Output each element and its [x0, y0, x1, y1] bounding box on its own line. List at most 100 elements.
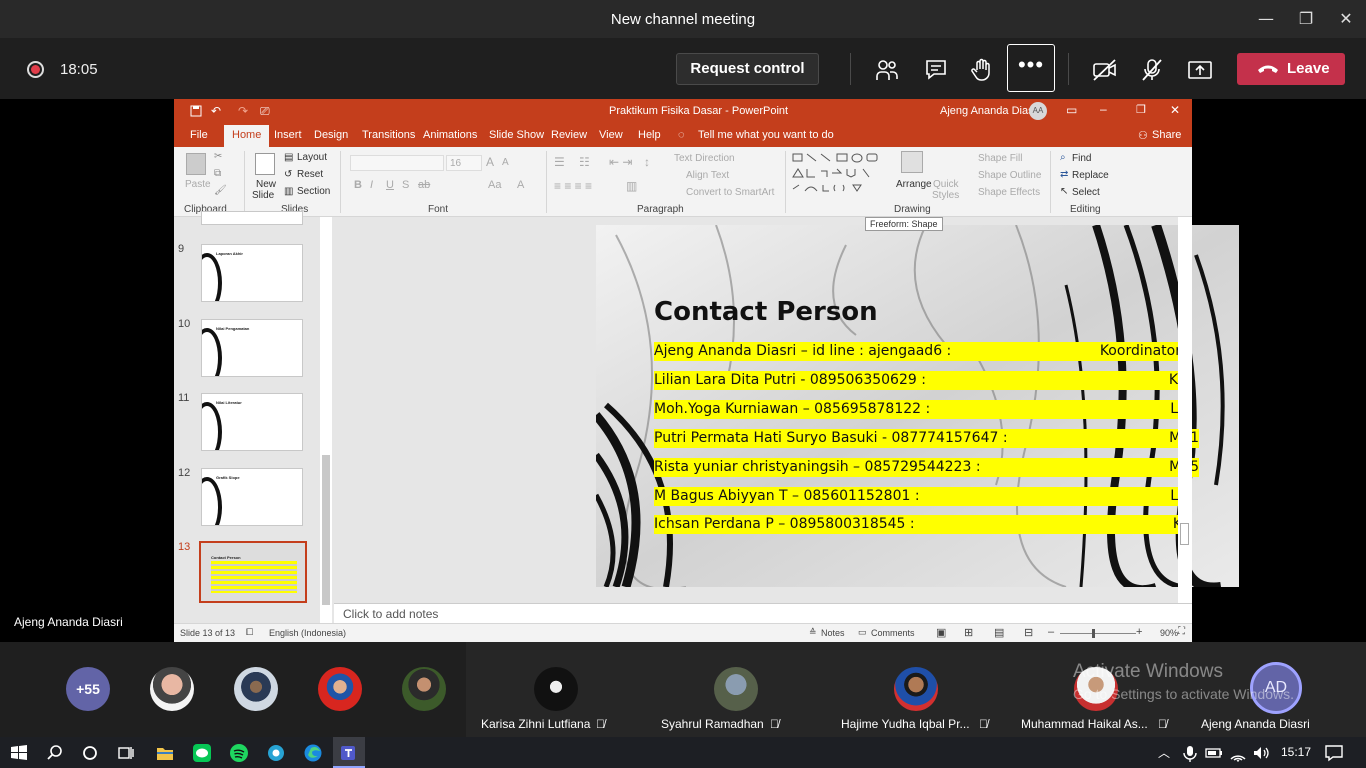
- battery-icon[interactable]: [1204, 743, 1224, 763]
- slide-thumbnail-selected[interactable]: Contact Person: [199, 541, 307, 603]
- arrange-icon[interactable]: [901, 151, 923, 173]
- find-button[interactable]: Find: [1072, 153, 1091, 164]
- volume-icon[interactable]: [1251, 743, 1271, 763]
- slide-thumbnail[interactable]: Nilai Pengamatan: [201, 319, 303, 377]
- microphone-icon[interactable]: [1180, 743, 1200, 763]
- paste-icon[interactable]: [186, 153, 206, 175]
- bold-icon[interactable]: B: [354, 179, 362, 191]
- shape-outline-button[interactable]: Shape Outline: [978, 170, 1041, 181]
- task-view-icon[interactable]: [116, 743, 136, 763]
- close-icon[interactable]: ✕: [1335, 8, 1357, 30]
- tab-view[interactable]: View: [599, 129, 623, 141]
- spotify-icon[interactable]: [229, 743, 249, 763]
- numbering-icon[interactable]: ☷: [579, 155, 590, 169]
- tab-help[interactable]: Help: [638, 129, 661, 141]
- participant-tile[interactable]: Hajime Yudha Iqbal Pr... 🎙̸: [826, 642, 1006, 737]
- convert-smartart-button[interactable]: Convert to SmartArt: [686, 187, 774, 198]
- thumbnails-scrollbar[interactable]: [320, 217, 332, 623]
- comments-button[interactable]: Comments: [871, 628, 915, 638]
- slideshow-view-icon[interactable]: ⊟: [1024, 626, 1033, 639]
- layout-button[interactable]: Layout: [297, 152, 327, 163]
- slide-thumbnail[interactable]: Nilai Literatur: [201, 393, 303, 451]
- paste-button[interactable]: Paste: [185, 179, 211, 190]
- decrease-font-icon[interactable]: A: [502, 157, 509, 168]
- save-icon[interactable]: [190, 105, 202, 117]
- normal-view-icon[interactable]: ▣: [936, 626, 946, 639]
- raise-hand-icon[interactable]: [968, 56, 996, 84]
- teams-taskbar-button[interactable]: [333, 737, 365, 768]
- notes-button[interactable]: Notes: [821, 628, 845, 638]
- edge-icon[interactable]: [303, 743, 323, 763]
- clock[interactable]: 15:17: [1281, 745, 1311, 759]
- language-status[interactable]: English (Indonesia): [269, 628, 346, 638]
- text-direction-button[interactable]: Text Direction: [674, 153, 735, 164]
- minimize-icon[interactable]: —: [1255, 8, 1277, 30]
- reading-view-icon[interactable]: ▤: [994, 626, 1004, 639]
- new-slide-icon[interactable]: [255, 153, 275, 175]
- font-size-field[interactable]: 16: [446, 155, 482, 171]
- shapes-gallery[interactable]: [791, 151, 883, 199]
- strikethrough-icon[interactable]: ab: [418, 179, 430, 191]
- share-button[interactable]: Share: [1152, 129, 1181, 141]
- shadow-icon[interactable]: S: [402, 179, 409, 191]
- slide-thumbnail-8[interactable]: [201, 211, 303, 225]
- new-slide-label-2[interactable]: Slide: [252, 190, 274, 201]
- participant-tile[interactable]: Syahrul Ramadhan 🎙̸: [646, 642, 826, 737]
- ppt-restore-icon[interactable]: ❐: [1136, 103, 1146, 116]
- reset-button[interactable]: Reset: [297, 169, 323, 180]
- align-icons[interactable]: ≡ ≡ ≡ ≡: [554, 179, 592, 193]
- app-icon[interactable]: [266, 743, 286, 763]
- leave-button[interactable]: Leave: [1237, 53, 1345, 85]
- maximize-icon[interactable]: ❐: [1295, 8, 1317, 30]
- tab-design[interactable]: Design: [314, 129, 348, 141]
- undo-icon[interactable]: ↶: [211, 104, 221, 118]
- tab-insert[interactable]: Insert: [274, 129, 302, 141]
- ppt-minimize-icon[interactable]: –: [1100, 102, 1107, 116]
- fit-to-window-icon[interactable]: ⛶: [1178, 626, 1185, 637]
- quick-styles-label-1[interactable]: Quick: [933, 179, 959, 190]
- participant-avatar[interactable]: [318, 667, 362, 711]
- tab-animations[interactable]: Animations: [423, 129, 477, 141]
- copy-icon[interactable]: ⧉: [214, 168, 221, 179]
- slide-thumbnail[interactable]: Laporan Akhir: [201, 244, 303, 302]
- windows-start-icon[interactable]: [9, 743, 29, 763]
- spellcheck-icon[interactable]: ⧠: [246, 627, 253, 638]
- participant-avatar[interactable]: [402, 667, 446, 711]
- increase-font-icon[interactable]: A: [486, 155, 494, 169]
- line-app-icon[interactable]: [192, 743, 212, 763]
- columns-icon[interactable]: ▥: [626, 179, 637, 193]
- ppt-close-icon[interactable]: ✕: [1170, 103, 1180, 117]
- quick-styles-label-2[interactable]: Styles: [932, 190, 959, 201]
- section-button[interactable]: Section: [297, 186, 330, 197]
- notifications-icon[interactable]: [1324, 743, 1344, 763]
- replace-button[interactable]: Replace: [1072, 170, 1109, 181]
- more-options-button[interactable]: •••: [1007, 44, 1055, 92]
- participant-avatar[interactable]: [150, 667, 194, 711]
- align-text-button[interactable]: Align Text: [686, 170, 729, 181]
- tray-chevron-icon[interactable]: ︿: [1158, 744, 1170, 761]
- search-icon[interactable]: [45, 743, 65, 763]
- camera-off-icon[interactable]: [1091, 56, 1119, 84]
- editor-scrollbar[interactable]: [1178, 217, 1192, 603]
- bullets-icon[interactable]: ☰: [554, 155, 565, 169]
- chat-icon[interactable]: [922, 56, 950, 84]
- indent-icon[interactable]: ⇤ ⇥: [609, 155, 632, 169]
- format-painter-icon[interactable]: 🖌: [214, 185, 227, 196]
- slide-thumbnail[interactable]: Grafik Slope: [201, 468, 303, 526]
- share-screen-icon[interactable]: [1186, 56, 1214, 84]
- zoom-level[interactable]: 90%: [1160, 628, 1178, 638]
- tab-transitions[interactable]: Transitions: [362, 129, 415, 141]
- shape-effects-button[interactable]: Shape Effects: [978, 187, 1040, 198]
- request-control-button[interactable]: Request control: [676, 53, 819, 85]
- slide-sorter-icon[interactable]: ⊞: [964, 626, 973, 639]
- participant-avatar[interactable]: [234, 667, 278, 711]
- tell-me-search[interactable]: Tell me what you want to do: [698, 129, 834, 141]
- mic-off-icon[interactable]: [1138, 56, 1166, 84]
- current-slide[interactable]: Contact Person Ajeng Ananda Diasri – id …: [596, 225, 1239, 587]
- ppt-user-avatar[interactable]: AA: [1029, 102, 1047, 120]
- participants-icon[interactable]: [873, 56, 901, 84]
- redo-icon[interactable]: ↷: [238, 104, 248, 118]
- notes-pane[interactable]: Click to add notes: [334, 603, 1192, 623]
- participant-tile[interactable]: Karisa Zihni Lutfiana 🎙̸: [466, 642, 646, 737]
- slideshow-start-icon[interactable]: ⎚: [260, 104, 270, 119]
